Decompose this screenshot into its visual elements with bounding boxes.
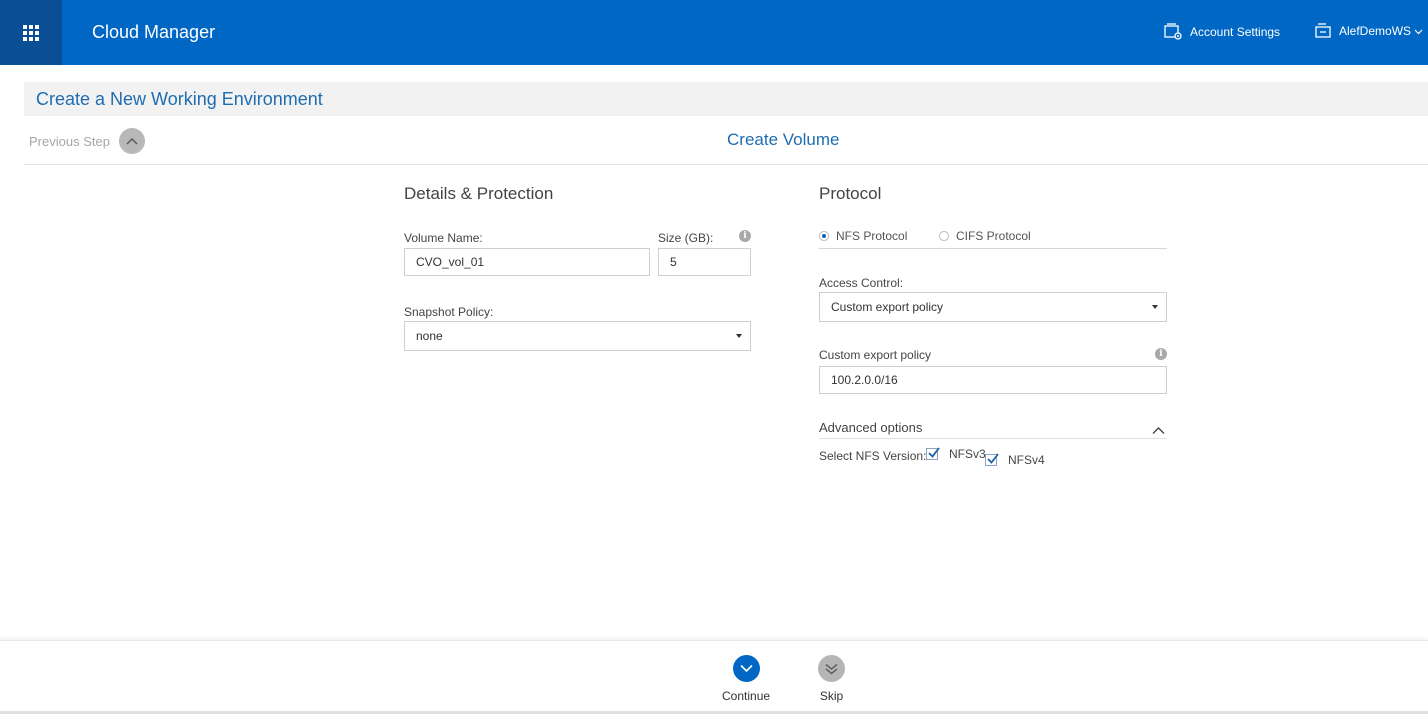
access-control-select[interactable]: Custom export policy: [819, 292, 1167, 322]
volume-name-label: Volume Name:: [404, 231, 483, 245]
size-input[interactable]: 5: [658, 248, 751, 276]
page-header: Create a New Working Environment: [24, 82, 1428, 116]
info-icon[interactable]: i: [739, 230, 751, 242]
nfs-protocol-radio[interactable]: NFS Protocol: [819, 229, 907, 243]
nfsv4-label: NFSv4: [1008, 453, 1045, 467]
custom-export-policy-input[interactable]: 100.2.0.0/16: [819, 366, 1167, 394]
custom-export-policy-label: Custom export policy: [819, 348, 932, 362]
cifs-protocol-label: CIFS Protocol: [956, 229, 1031, 243]
chevron-down-icon: [1414, 24, 1423, 38]
workspace-menu[interactable]: AlefDemoWS: [1314, 22, 1423, 40]
settings-gear-icon: [1163, 22, 1184, 42]
skip-button[interactable]: Skip: [818, 655, 845, 703]
protocol-section-title: Protocol: [819, 184, 882, 203]
skip-label: Skip: [819, 689, 844, 703]
previous-step-label: Previous Step: [29, 133, 110, 149]
header-divider: [24, 164, 1428, 165]
continue-label: Continue: [722, 689, 771, 703]
nfs-protocol-label: NFS Protocol: [836, 229, 908, 243]
protocol-radio-group: NFS Protocol CIFS Protocol: [819, 229, 1167, 249]
page-title: Create a New Working Environment: [36, 89, 323, 109]
cifs-protocol-radio[interactable]: CIFS Protocol: [939, 229, 1031, 243]
app-title: Cloud Manager: [92, 22, 216, 42]
chevron-up-icon: [1152, 422, 1165, 440]
grid-icon: [23, 24, 39, 41]
advanced-options-toggle[interactable]: Advanced options: [819, 420, 1167, 439]
previous-step-button[interactable]: Previous Step: [29, 128, 145, 154]
size-label: Size (GB):: [658, 231, 714, 245]
top-navigation-bar: Cloud Manager Account Settings AlefDemoW…: [0, 0, 1428, 65]
nfsv3-checkbox[interactable]: [926, 447, 940, 460]
account-settings-label: Account Settings: [1190, 25, 1281, 39]
caret-down-icon: [736, 334, 742, 338]
account-settings-button[interactable]: Account Settings: [1163, 22, 1280, 42]
caret-down-icon: [1152, 305, 1158, 309]
continue-button[interactable]: Continue: [722, 655, 770, 703]
access-control-label: Access Control:: [819, 276, 904, 290]
double-chevron-down-icon: [818, 655, 845, 682]
radio-unselected-icon: [939, 231, 949, 241]
nfs-version-label: Select NFS Version:: [819, 449, 927, 463]
snapshot-policy-label: Snapshot Policy:: [404, 305, 494, 319]
workspace-label: AlefDemoWS: [1339, 24, 1412, 38]
details-section-title: Details & Protection: [404, 184, 554, 203]
snapshot-policy-select[interactable]: none: [404, 321, 751, 351]
footer-bar: Continue Skip: [0, 640, 1428, 714]
info-icon[interactable]: i: [1155, 348, 1167, 360]
workspace-icon: [1314, 22, 1333, 40]
nfsv4-checkbox[interactable]: [985, 453, 999, 466]
chevron-down-circle-icon: [732, 655, 760, 682]
step-title: Create Volume: [727, 130, 840, 149]
radio-selected-icon: [819, 231, 829, 241]
advanced-options-label: Advanced options: [819, 420, 923, 435]
access-control-value: Custom export policy: [831, 300, 944, 314]
snapshot-policy-value: none: [416, 329, 443, 343]
nfsv3-label: NFSv3: [949, 447, 986, 461]
volume-name-input[interactable]: CVO_vol_01: [404, 248, 650, 276]
apps-menu-button[interactable]: [0, 0, 62, 65]
chevron-up-icon: [118, 128, 145, 154]
